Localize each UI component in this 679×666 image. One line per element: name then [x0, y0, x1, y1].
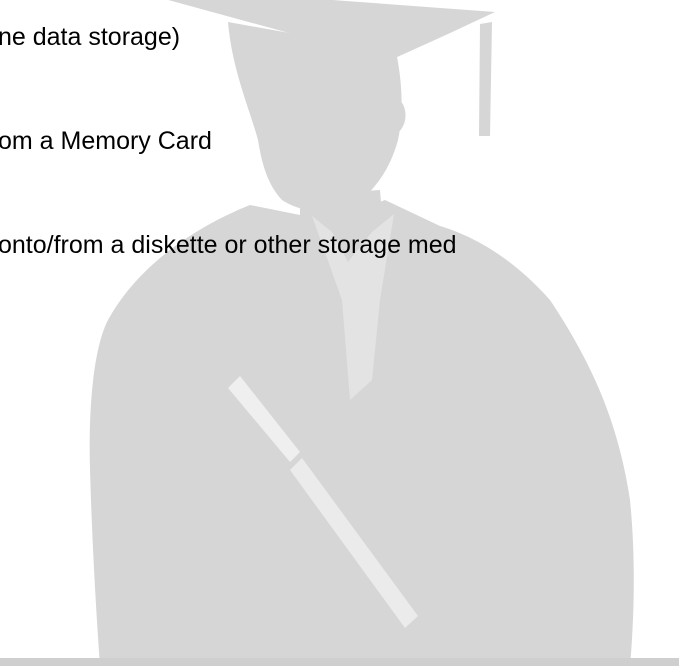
bullet-line-1: ne data storage) — [0, 23, 181, 51]
bullet-line-2: om a Memory Card — [0, 127, 212, 155]
graduate-silhouette-image — [0, 0, 679, 666]
slide-canvas: ne data storage) om a Memory Card onto/f… — [0, 0, 679, 666]
bullet-line-3: onto/from a diskette or other storage me… — [0, 231, 457, 259]
